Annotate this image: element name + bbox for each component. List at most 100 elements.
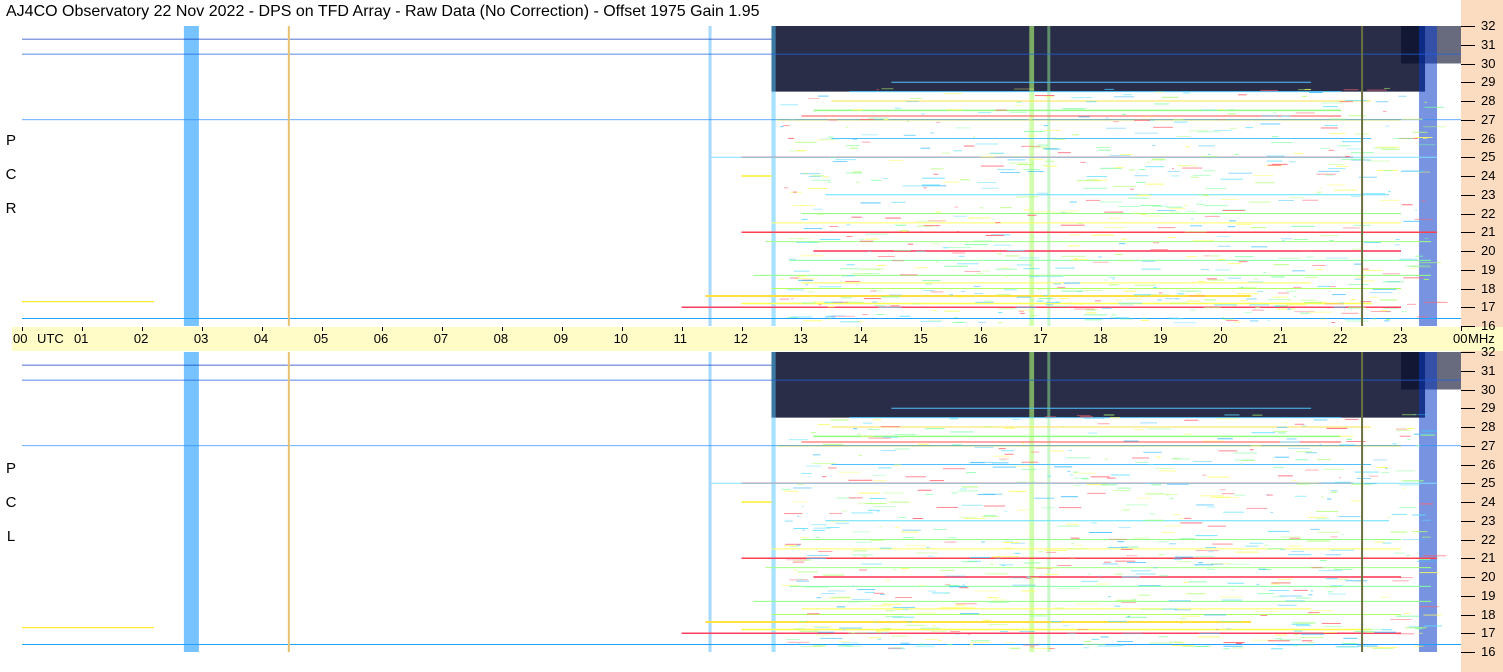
utc-tick-label: 09 xyxy=(553,331,569,346)
frequency-tick-label: 19 xyxy=(1481,261,1496,277)
frequency-tick-mark xyxy=(1461,251,1475,252)
frequency-tick-label: 18 xyxy=(1481,606,1496,622)
utc-tick-mark xyxy=(501,327,503,331)
frequency-tick-label: 25 xyxy=(1481,149,1496,165)
utc-tick-mark xyxy=(741,327,743,331)
utc-tick-mark xyxy=(1101,327,1103,331)
utc-tick-mark xyxy=(1401,327,1403,331)
vertical-rfi-column xyxy=(708,352,712,652)
frequency-tick-mark xyxy=(1461,502,1475,503)
utc-tick-mark xyxy=(1221,327,1223,331)
frequency-tick-label: 20 xyxy=(1481,243,1496,258)
utc-unit-label: UTC xyxy=(37,331,64,346)
utc-tick-label: 03 xyxy=(193,331,209,346)
pol-letter: P xyxy=(5,460,16,477)
utc-tick-label: 01 xyxy=(73,331,89,346)
frequency-tick-label: 23 xyxy=(1481,186,1496,202)
frequency-tick-label: 28 xyxy=(1481,93,1496,108)
frequency-tick-mark xyxy=(1461,464,1475,466)
utc-tick-label: 17 xyxy=(1033,331,1048,346)
utc-tick-label: 21 xyxy=(1273,331,1288,346)
utc-tick-label: 23 xyxy=(1393,331,1408,346)
frequency-tick-mark xyxy=(1461,445,1475,447)
utc-tick-mark xyxy=(981,327,983,331)
utc-tick-label: 18 xyxy=(1093,331,1108,346)
frequency-tick-label: 30 xyxy=(1481,55,1496,71)
vertical-rfi-column xyxy=(183,26,199,326)
frequency-tick-label: 27 xyxy=(1481,437,1496,453)
utc-tick-label: 15 xyxy=(913,331,928,346)
utc-tick-mark xyxy=(921,327,923,331)
frequency-tick-label: 20 xyxy=(1481,569,1496,584)
utc-tick-label: 12 xyxy=(733,331,748,346)
utc-tick-mark xyxy=(801,327,803,331)
frequency-tick-mark xyxy=(1461,427,1475,428)
frequency-tick-label: 21 xyxy=(1481,550,1496,566)
frequency-tick-mark xyxy=(1461,539,1475,541)
frequency-tick-mark xyxy=(1461,176,1475,177)
pol-letter: P xyxy=(5,132,16,149)
frequency-tick-mark xyxy=(1461,614,1475,616)
utc-tick-label: 00 xyxy=(13,331,28,346)
frequency-tick-mark xyxy=(1461,63,1475,65)
vertical-rfi-column xyxy=(708,26,712,326)
frequency-tick-mark xyxy=(1461,370,1475,372)
utc-tick-mark xyxy=(381,327,383,331)
chart-title: AJ4CO Observatory 22 Nov 2022 - DPS on T… xyxy=(6,3,760,20)
frequency-tick-mark xyxy=(1461,595,1475,597)
utc-tick-label: 11 xyxy=(673,331,688,346)
frequency-tick-mark xyxy=(1461,232,1475,234)
utc-tick-label: 02 xyxy=(133,331,149,346)
frequency-tick-mark xyxy=(1461,119,1475,121)
frequency-tick-mark xyxy=(1461,269,1475,271)
frequency-tick-label: 32 xyxy=(1481,344,1496,359)
vertical-rfi-column xyxy=(1419,26,1438,326)
frequency-tick-label: 26 xyxy=(1481,130,1496,146)
frequency-tick-label: 32 xyxy=(1481,18,1496,33)
pol-letter: R xyxy=(5,200,17,217)
rcp-polarization-label: R C P xyxy=(0,120,22,230)
frequency-tick-mark xyxy=(1461,558,1475,560)
utc-tick-mark xyxy=(22,327,23,331)
frequency-tick-label: 28 xyxy=(1481,419,1496,434)
frequency-tick-label: 24 xyxy=(1481,168,1496,183)
frequency-tick-label: 16 xyxy=(1481,644,1496,659)
utc-tick-mark xyxy=(81,327,83,331)
utc-tick-label: 14 xyxy=(853,331,868,346)
utc-tick-label: 16 xyxy=(973,331,988,346)
frequency-tick-label: 24 xyxy=(1481,494,1496,509)
utc-tick-mark xyxy=(1041,327,1043,331)
utc-tick-mark xyxy=(441,327,443,331)
utc-tick-label: 08 xyxy=(493,331,509,346)
frequency-tick-mark xyxy=(1461,213,1475,215)
frequency-tick-label: 27 xyxy=(1481,111,1496,127)
frequency-tick-mark xyxy=(1461,520,1475,522)
frequency-tick-label: 18 xyxy=(1481,280,1496,296)
vertical-rfi-column xyxy=(771,26,776,326)
utc-tick-mark xyxy=(141,327,143,331)
frequency-tick-mark xyxy=(1461,307,1475,309)
utc-tick-label: 05 xyxy=(313,331,329,346)
frequency-tick-label: 23 xyxy=(1481,512,1496,528)
frequency-tick-mark xyxy=(1461,483,1475,485)
utc-tick-label: 10 xyxy=(613,331,629,346)
utc-tick-mark xyxy=(681,327,683,331)
frequency-tick-label: 22 xyxy=(1481,205,1496,221)
frequency-tick-label: 26 xyxy=(1481,456,1496,472)
frequency-tick-label: 19 xyxy=(1481,587,1496,603)
frequency-tick-label: 25 xyxy=(1481,475,1496,491)
utc-tick-mark xyxy=(1461,327,1462,331)
utc-tick-label: 04 xyxy=(253,331,269,346)
frequency-tick-label: 21 xyxy=(1481,224,1496,240)
vertical-rfi-column xyxy=(183,352,199,652)
lcp-spectrogram xyxy=(22,352,1461,652)
utc-tick-mark xyxy=(201,327,203,331)
vertical-rfi-column xyxy=(1047,26,1051,326)
frequency-tick-mark xyxy=(1461,288,1475,290)
utc-tick-mark xyxy=(1281,327,1283,331)
frequency-tick-mark xyxy=(1461,577,1475,578)
utc-tick-mark xyxy=(861,327,863,331)
frequency-tick-label: 22 xyxy=(1481,531,1496,547)
frequency-tick-mark xyxy=(1461,194,1475,196)
frequency-tick-mark xyxy=(1461,26,1475,27)
